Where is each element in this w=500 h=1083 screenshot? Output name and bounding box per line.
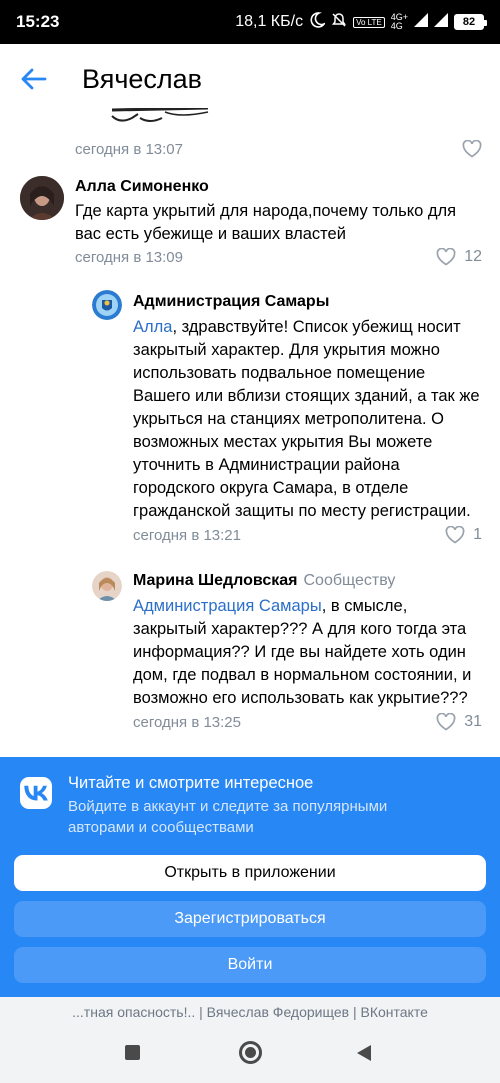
comment-reply: Марина Шедловская Сообществу Администраци…: [133, 572, 482, 731]
comment-meta: сегодня в 13:21 1: [133, 526, 482, 544]
arrow-left-icon[interactable]: [20, 65, 48, 93]
register-button[interactable]: Зарегистрироваться: [14, 901, 486, 937]
signal-icon: [434, 12, 448, 32]
network-type: 4G+ 4G: [390, 12, 408, 31]
comment: сегодня в 13:07: [75, 140, 482, 158]
comment-time: сегодня в 13:25: [133, 713, 241, 731]
status-speed: 18,1 КБ/с: [235, 13, 304, 30]
reply-target[interactable]: Сообществу: [303, 572, 395, 589]
avatar[interactable]: [92, 571, 122, 601]
comment-meta: сегодня в 13:25 31: [133, 713, 482, 731]
banner-subtitle: Войдите в аккаунт и следите за популярны…: [68, 798, 388, 836]
comment-author[interactable]: Администрация Самары: [133, 293, 482, 311]
like-button[interactable]: 12: [436, 248, 482, 266]
heart-icon: [462, 140, 482, 158]
signal-icon: [414, 12, 428, 32]
comment-meta: сегодня в 13:07: [75, 140, 482, 158]
vk-logo-icon: [20, 777, 52, 809]
heart-icon: [436, 713, 456, 731]
page-header: Вячеслав: [0, 44, 500, 114]
volte-badge: Vo LTE: [353, 16, 385, 28]
comment-time: сегодня в 13:07: [75, 140, 183, 158]
comment-time: сегодня в 13:09: [75, 248, 183, 266]
status-time: 15:23: [16, 12, 60, 31]
login-button[interactable]: Войти: [14, 947, 486, 983]
like-count: 12: [464, 248, 482, 265]
muted-bell-icon: [331, 12, 347, 33]
like-button[interactable]: 1: [445, 526, 482, 544]
comment-text: Где карта укрытий для народа,почему толь…: [75, 202, 457, 243]
avatar[interactable]: [92, 290, 122, 320]
heart-icon: [436, 248, 456, 266]
comment-text: Алла, здравствуйте! Список убежищ носит …: [133, 316, 482, 523]
comment: Алла Симоненко Где карта укрытий для нар…: [75, 178, 482, 266]
like-button[interactable]: 31: [436, 713, 482, 731]
mention-link[interactable]: Администрация Самары: [133, 597, 322, 615]
comment-author[interactable]: Марина Шедловская: [133, 572, 297, 589]
like-button[interactable]: [462, 140, 482, 158]
like-count: 31: [464, 713, 482, 730]
comment-image[interactable]: [110, 106, 210, 133]
mention-link[interactable]: Алла: [133, 318, 172, 336]
recent-apps-icon[interactable]: [125, 1045, 140, 1060]
avatar[interactable]: [20, 176, 64, 220]
like-count: 1: [473, 526, 482, 543]
back-icon[interactable]: [357, 1045, 371, 1061]
comment-reply: Администрация Самары Алла, здравствуйте!…: [133, 293, 482, 544]
comment-author[interactable]: Алла Симоненко: [75, 178, 482, 196]
status-bar: 15:23 18,1 КБ/с Vo LTE 4G+ 4G 82: [0, 0, 500, 44]
moon-icon: [309, 11, 327, 33]
page-title: Вячеслав: [82, 63, 203, 94]
comment-text: Администрация Самары, в смысле, закрытый…: [133, 595, 482, 710]
comment-time: сегодня в 13:21: [133, 526, 241, 544]
page-footer-title: ...тная опасность!.. | Вячеслав Федорище…: [0, 997, 500, 1027]
open-in-app-button[interactable]: Открыть в приложении: [14, 855, 486, 891]
heart-icon: [445, 526, 465, 544]
banner-title: Читайте и смотрите интересное: [68, 774, 314, 792]
battery-indicator: 82: [454, 14, 487, 30]
comment-body: , здравствуйте! Список убежищ носит закр…: [133, 318, 480, 520]
comment-meta: сегодня в 13:09 12: [75, 248, 482, 266]
comment-author-row: Марина Шедловская Сообществу: [133, 572, 482, 590]
home-icon[interactable]: [239, 1041, 262, 1064]
